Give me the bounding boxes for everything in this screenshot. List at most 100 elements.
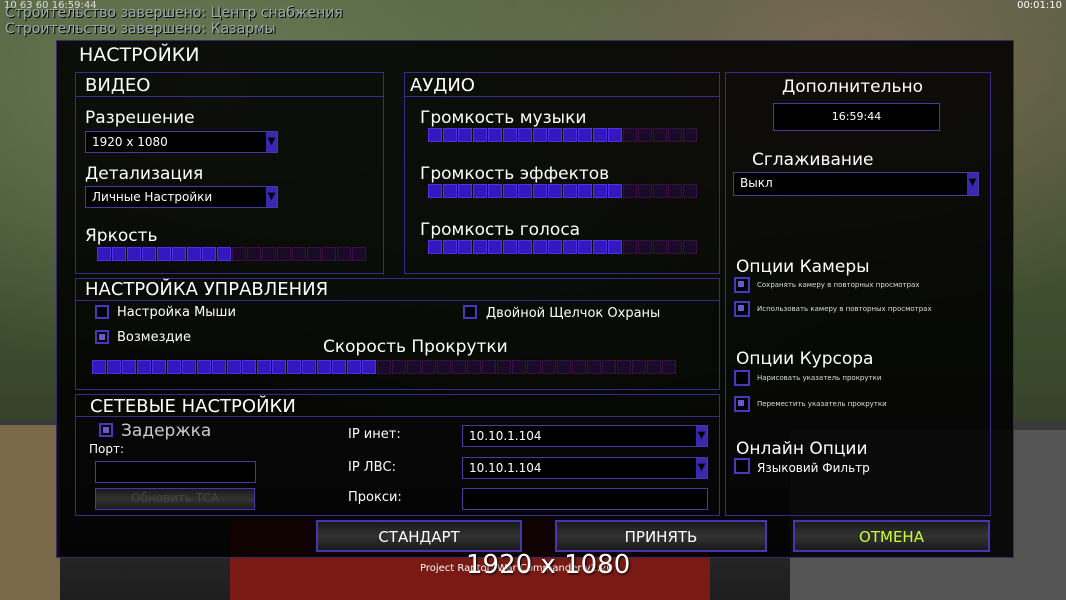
slider-segment[interactable]: [443, 128, 457, 142]
slider-segment[interactable]: [157, 247, 171, 261]
slider-segment[interactable]: [277, 247, 291, 261]
slider-segment[interactable]: [608, 184, 622, 198]
slider-segment[interactable]: [602, 360, 616, 374]
music-volume-slider[interactable]: [428, 128, 697, 142]
slider-segment[interactable]: [302, 360, 316, 374]
slider-segment[interactable]: [443, 240, 457, 254]
slider-segment[interactable]: [632, 360, 646, 374]
brightness-slider[interactable]: [97, 247, 366, 261]
mouse-settings-checkbox[interactable]: [95, 305, 109, 319]
scroll-speed-slider[interactable]: [92, 360, 676, 374]
slider-segment[interactable]: [97, 247, 111, 261]
slider-segment[interactable]: [518, 184, 532, 198]
slider-segment[interactable]: [458, 240, 472, 254]
slider-segment[interactable]: [533, 240, 547, 254]
slider-segment[interactable]: [137, 360, 151, 374]
slider-segment[interactable]: [227, 360, 241, 374]
slider-segment[interactable]: [458, 184, 472, 198]
language-filter-checkbox[interactable]: [734, 458, 750, 474]
slider-segment[interactable]: [617, 360, 631, 374]
slider-segment[interactable]: [578, 128, 592, 142]
slider-segment[interactable]: [548, 240, 562, 254]
slider-segment[interactable]: [92, 360, 106, 374]
slider-segment[interactable]: [428, 240, 442, 254]
slider-segment[interactable]: [593, 184, 607, 198]
slider-segment[interactable]: [322, 247, 336, 261]
slider-segment[interactable]: [563, 240, 577, 254]
latency-checkbox[interactable]: [99, 423, 113, 437]
ip-inet-select[interactable]: 10.10.1.104 ▼: [462, 425, 708, 447]
slider-segment[interactable]: [458, 128, 472, 142]
slider-segment[interactable]: [608, 128, 622, 142]
slider-segment[interactable]: [467, 360, 481, 374]
slider-segment[interactable]: [638, 184, 652, 198]
slider-segment[interactable]: [653, 240, 667, 254]
slider-segment[interactable]: [638, 128, 652, 142]
slider-segment[interactable]: [337, 247, 351, 261]
slider-segment[interactable]: [518, 240, 532, 254]
slider-segment[interactable]: [172, 247, 186, 261]
slider-segment[interactable]: [518, 128, 532, 142]
slider-segment[interactable]: [497, 360, 511, 374]
slider-segment[interactable]: [362, 360, 376, 374]
slider-segment[interactable]: [377, 360, 391, 374]
update-tca-button[interactable]: Обновить TCA: [95, 488, 255, 510]
slider-segment[interactable]: [422, 360, 436, 374]
slider-segment[interactable]: [668, 240, 682, 254]
slider-segment[interactable]: [473, 240, 487, 254]
slider-segment[interactable]: [653, 184, 667, 198]
slider-segment[interactable]: [488, 128, 502, 142]
slider-segment[interactable]: [533, 128, 547, 142]
slider-segment[interactable]: [623, 240, 637, 254]
slider-segment[interactable]: [428, 184, 442, 198]
slider-segment[interactable]: [202, 247, 216, 261]
slider-segment[interactable]: [452, 360, 466, 374]
slider-segment[interactable]: [142, 247, 156, 261]
slider-segment[interactable]: [503, 184, 517, 198]
slider-segment[interactable]: [587, 360, 601, 374]
slider-segment[interactable]: [107, 360, 121, 374]
slider-segment[interactable]: [593, 240, 607, 254]
slider-segment[interactable]: [683, 240, 697, 254]
ip-lan-select[interactable]: 10.10.1.104 ▼: [462, 457, 708, 479]
slider-segment[interactable]: [392, 360, 406, 374]
slider-segment[interactable]: [443, 184, 457, 198]
slider-segment[interactable]: [683, 128, 697, 142]
slider-segment[interactable]: [112, 247, 126, 261]
slider-segment[interactable]: [437, 360, 451, 374]
slider-segment[interactable]: [317, 360, 331, 374]
slider-segment[interactable]: [257, 360, 271, 374]
slider-segment[interactable]: [187, 247, 201, 261]
slider-segment[interactable]: [578, 240, 592, 254]
slider-segment[interactable]: [272, 360, 286, 374]
slider-segment[interactable]: [262, 247, 276, 261]
slider-segment[interactable]: [332, 360, 346, 374]
accept-button[interactable]: ПРИНЯТЬ: [555, 520, 767, 552]
cancel-button[interactable]: ОТМЕНА: [793, 520, 990, 552]
slider-segment[interactable]: [647, 360, 661, 374]
slider-segment[interactable]: [608, 240, 622, 254]
detail-select[interactable]: Личные Настройки ▼: [85, 186, 278, 208]
slider-segment[interactable]: [668, 184, 682, 198]
slider-segment[interactable]: [347, 360, 361, 374]
slider-segment[interactable]: [287, 360, 301, 374]
slider-segment[interactable]: [503, 128, 517, 142]
slider-segment[interactable]: [182, 360, 196, 374]
slider-segment[interactable]: [217, 247, 231, 261]
cursor-move-checkbox[interactable]: [734, 396, 750, 412]
slider-segment[interactable]: [473, 184, 487, 198]
slider-segment[interactable]: [578, 184, 592, 198]
slider-segment[interactable]: [563, 128, 577, 142]
slider-segment[interactable]: [122, 360, 136, 374]
camera-use-checkbox[interactable]: [734, 301, 750, 317]
slider-segment[interactable]: [548, 128, 562, 142]
slider-segment[interactable]: [428, 128, 442, 142]
slider-segment[interactable]: [638, 240, 652, 254]
slider-segment[interactable]: [527, 360, 541, 374]
default-button[interactable]: СТАНДАРТ: [316, 520, 522, 552]
resolution-select[interactable]: 1920 x 1080 ▼: [85, 131, 278, 153]
slider-segment[interactable]: [563, 184, 577, 198]
slider-segment[interactable]: [127, 247, 141, 261]
antialiasing-select[interactable]: Выкл ▼: [733, 172, 979, 196]
voice-volume-slider[interactable]: [428, 240, 697, 254]
